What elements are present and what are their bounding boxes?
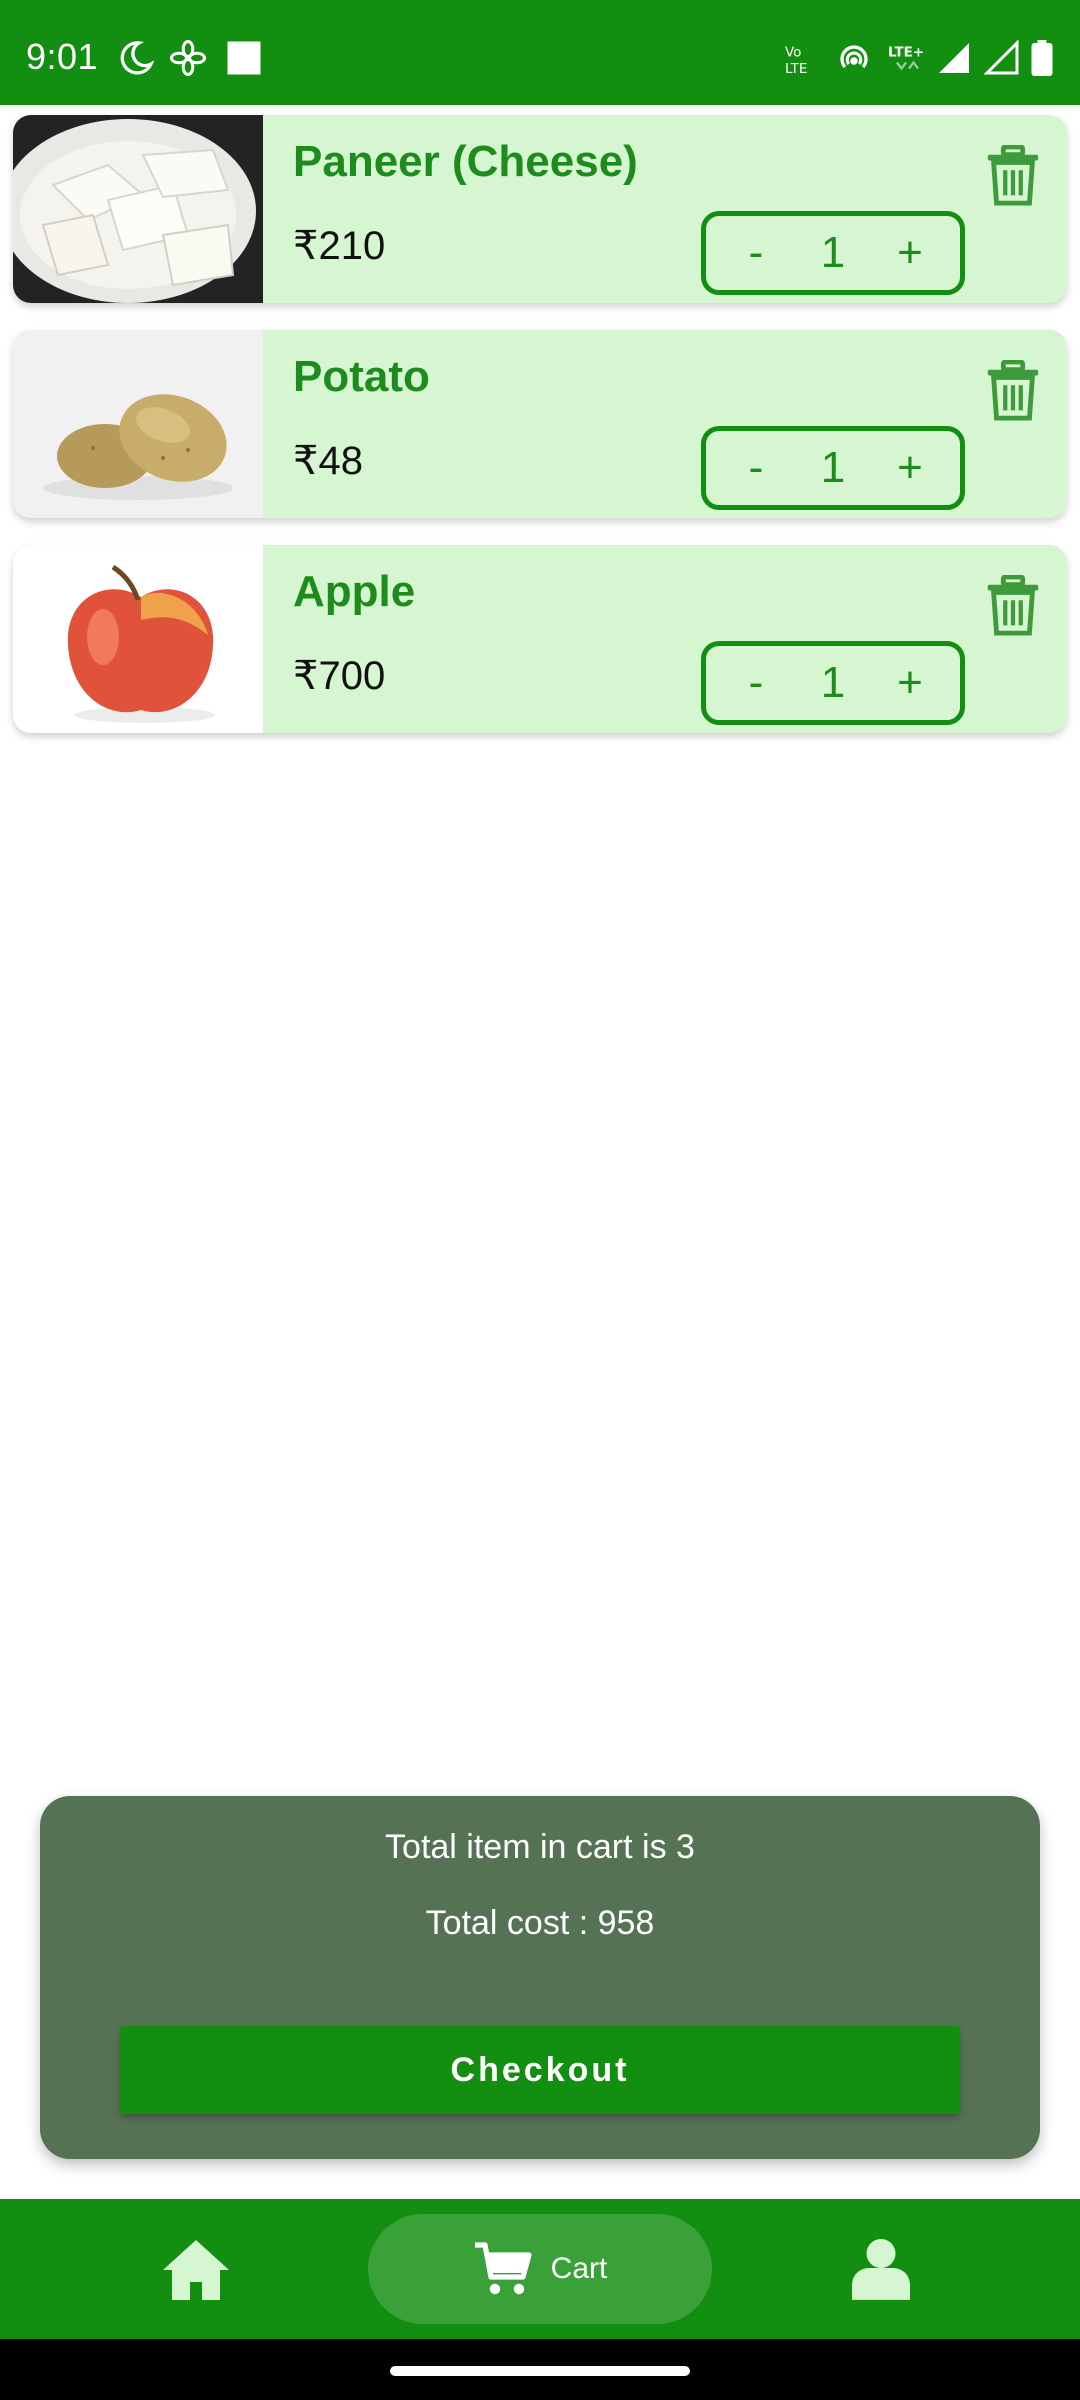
decrease-button[interactable]: - (736, 228, 776, 278)
signal-empty-icon (984, 40, 1019, 75)
apple-image (13, 545, 263, 733)
decrease-button[interactable]: - (736, 658, 776, 708)
cart-item: Apple ₹700 - 1 + (13, 545, 1067, 733)
paneer-image (13, 115, 263, 303)
svg-text:LTE: LTE (785, 61, 807, 76)
battery-icon (1031, 40, 1053, 76)
trash-icon (987, 360, 1039, 421)
cart-icon (474, 2242, 532, 2295)
quantity-value: 1 (820, 228, 846, 277)
quantity-value: 1 (820, 443, 846, 492)
increase-button[interactable]: + (890, 658, 930, 708)
cart-summary-panel: Total item in cart is 3 Total cost : 958… (40, 1796, 1040, 2159)
volte-icon: Vo LTE (785, 45, 807, 77)
gesture-handle[interactable] (390, 2366, 690, 2376)
trash-icon (987, 145, 1039, 206)
square-icon (227, 41, 261, 75)
item-name: Paneer (Cheese) (293, 137, 638, 186)
nav-cart-label: Cart (550, 2252, 608, 2285)
item-price: ₹210 (293, 224, 386, 268)
quantity-stepper: - 1 + (701, 641, 965, 725)
cart-item: Potato ₹48 - 1 + (13, 330, 1067, 518)
item-price: ₹48 (293, 439, 363, 483)
cart-screen: 9:01 Vo LTE LTE+ Paneer (Cheese) ₹210 - … (0, 0, 1080, 2400)
item-name: Potato (293, 352, 430, 401)
bottom-navigation: Cart (0, 2199, 1080, 2339)
item-name: Apple (293, 567, 416, 616)
delete-item-button[interactable] (985, 360, 1041, 422)
lte-icon: LTE+ (888, 45, 924, 71)
increase-button[interactable]: + (890, 443, 930, 493)
cart-item: Paneer (Cheese) ₹210 - 1 + (13, 115, 1067, 303)
trash-icon (987, 575, 1039, 636)
svg-text:Vo: Vo (785, 45, 801, 61)
decrease-button[interactable]: - (736, 443, 776, 493)
signal-icon (939, 43, 969, 73)
system-gesture-area (0, 2339, 1080, 2400)
delete-item-button[interactable] (985, 575, 1041, 637)
total-cost-text: Total cost : 958 (425, 1904, 655, 1942)
home-icon[interactable] (160, 2237, 232, 2303)
status-time: 9:01 (26, 36, 99, 77)
delete-item-button[interactable] (985, 145, 1041, 207)
item-price: ₹700 (293, 654, 386, 698)
svg-text:LTE+: LTE+ (888, 45, 924, 61)
increase-button[interactable]: + (890, 228, 930, 278)
quantity-value: 1 (820, 658, 846, 707)
quantity-stepper: - 1 + (701, 426, 965, 510)
hotspot-icon (840, 45, 868, 69)
checkout-button[interactable]: Checkout (120, 2026, 960, 2114)
profile-icon[interactable] (852, 2235, 910, 2301)
quantity-stepper: - 1 + (701, 211, 965, 295)
fan-icon (170, 40, 206, 76)
total-items-text: Total item in cart is 3 (385, 1828, 695, 1866)
nav-cart-tab[interactable]: Cart (368, 2214, 712, 2324)
moon-icon (120, 41, 154, 75)
status-bar: 9:01 Vo LTE LTE+ (0, 0, 1080, 105)
potato-image (13, 330, 263, 518)
